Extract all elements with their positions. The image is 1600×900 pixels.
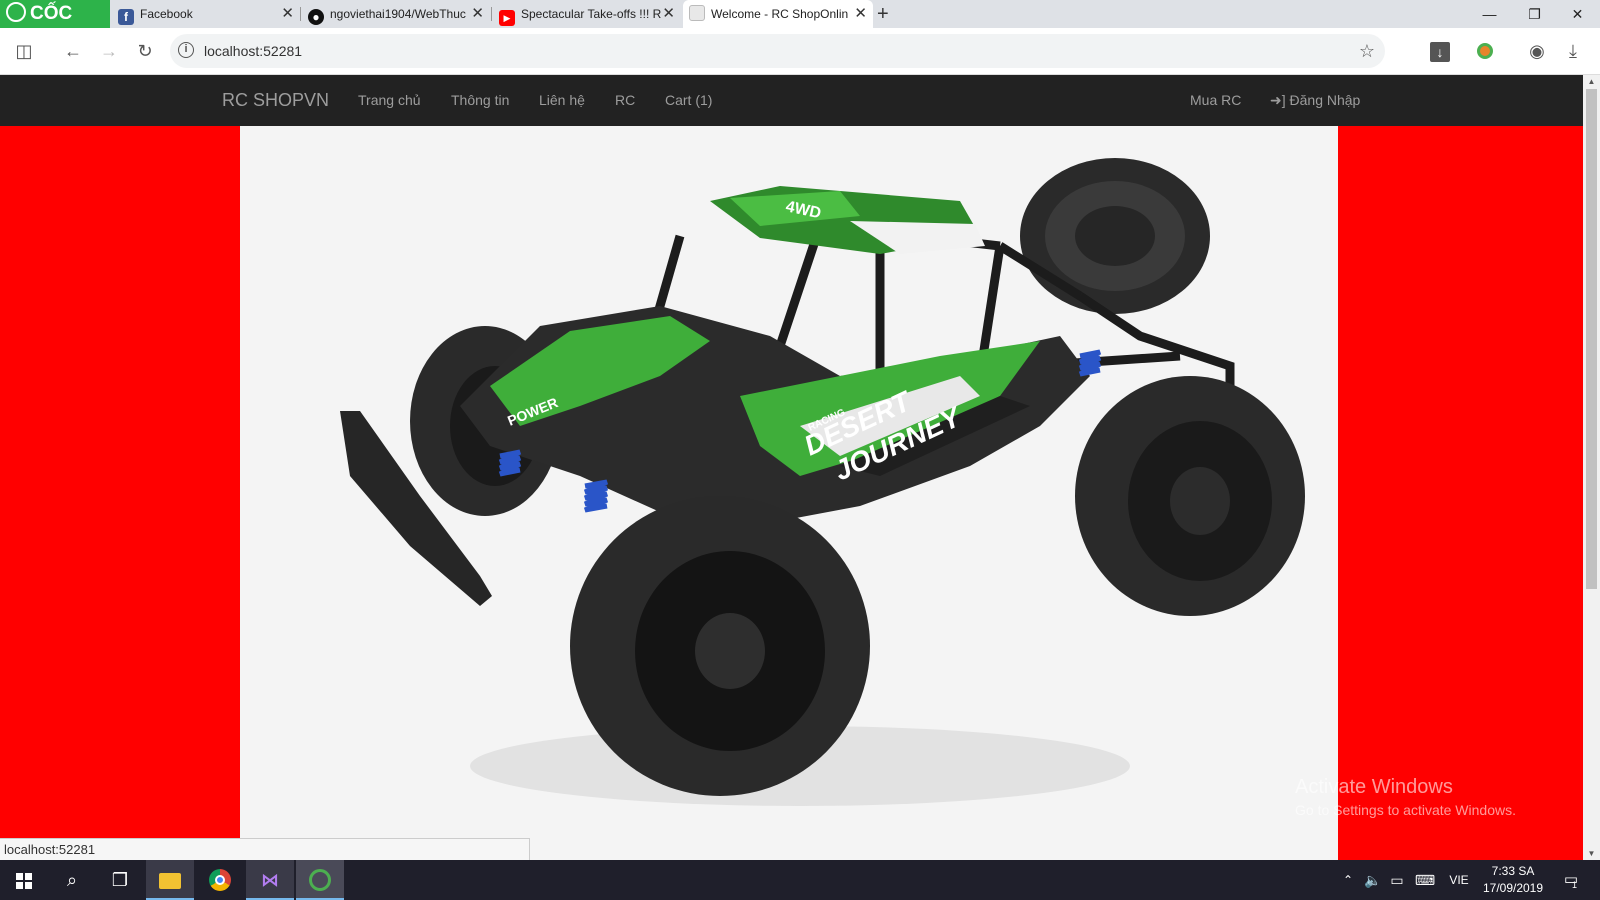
nav-lien-he[interactable]: Liên hệ [539,75,585,126]
keyboard-icon[interactable]: ⌨ [1412,860,1438,900]
tab-github[interactable]: ● ngoviethai1904/WebThuc ✕ [302,0,490,28]
download-extension-icon[interactable]: ↓ [1425,28,1455,74]
bookmark-star-icon[interactable]: ☆ [1359,34,1375,68]
notification-count: 1 [1572,880,1578,890]
tab-welcome[interactable]: Welcome - RC ShopOnlin ✕ [683,0,873,28]
coccoc-taskbar-icon[interactable] [296,860,344,900]
network-icon[interactable]: ▭ [1386,860,1408,900]
nav-cart[interactable]: Cart (1) [665,75,712,126]
tab-separator [300,7,301,21]
profile-icon[interactable]: ◉ [1522,28,1552,74]
info-icon[interactable]: i [178,42,194,58]
windows-activation-watermark: Activate Windows Go to Settings to activ… [1295,776,1516,818]
scroll-down-icon[interactable]: ▼ [1583,849,1600,858]
visual-studio-icon[interactable]: ⋈ [246,860,294,900]
chrome-icon[interactable] [196,860,244,900]
browser-tab-strip: CỐC CỐC f Facebook ✕ ● ngoviethai1904/WebT… [0,0,1600,52]
close-icon[interactable]: ✕ [281,0,294,28]
notification-icon[interactable]: ▭ 1 [1556,860,1586,900]
minimize-icon[interactable]: — [1467,0,1512,28]
tab-youtube[interactable]: ▶ Spectacular Take-offs !!! R ✕ [493,0,681,28]
scrollbar-thumb[interactable] [1586,89,1597,589]
address-bar[interactable]: i localhost:52281 ☆ [170,34,1385,68]
page-scrollbar[interactable]: ▲ ▼ [1583,75,1600,860]
system-clock[interactable]: 7:33 SA 17/09/2019 [1478,863,1548,897]
tab-separator [491,7,492,21]
forward-icon[interactable]: → [94,28,124,74]
coccoc-logo[interactable]: CỐC CỐC [0,0,110,52]
nav-mua-rc[interactable]: Mua RC [1190,75,1241,126]
language-indicator[interactable]: VIE [1444,860,1474,900]
clock-date: 17/09/2019 [1482,881,1544,895]
github-icon: ● [308,9,324,25]
hero-product-image: 4WD POWER RACING DESERT JOURNEY [240,126,1338,860]
car-body [460,306,1090,521]
nav-trang-chu[interactable]: Trang chủ [358,75,421,126]
spare-tire [1020,158,1210,314]
tab-facebook[interactable]: f Facebook ✕ [112,0,300,28]
address-url[interactable]: localhost:52281 [204,34,302,68]
browser-toolbar: ◫ ← → ↻ i localhost:52281 ☆ ↓ ◉ ⤓ [0,28,1600,75]
volume-icon[interactable]: 🔈 [1362,860,1384,900]
login-icon: ➜] [1270,92,1286,108]
nav-rc[interactable]: RC [615,75,635,126]
tab-title: Facebook [140,7,193,21]
tab-title: ngoviethai1904/WebThuc [330,7,466,21]
login-label: Đăng Nhập [1289,92,1361,108]
start-icon[interactable] [0,860,48,900]
watermark-title: Activate Windows [1295,776,1453,798]
youtube-icon: ▶ [499,10,515,26]
reload-icon[interactable]: ↻ [130,28,160,74]
extension-icon[interactable] [1470,28,1500,74]
close-icon[interactable]: ✕ [662,0,675,28]
site-navbar: RC SHOPVN Trang chủ Thông tin Liên hệ RC… [0,75,1583,126]
nav-thong-tin[interactable]: Thông tin [451,75,509,126]
search-icon[interactable]: ⌕ [48,860,96,900]
coccoc-logo-icon [6,2,26,22]
clock-time: 7:33 SA [1491,864,1535,878]
nav-login[interactable]: ➜] Đăng Nhập [1270,75,1360,126]
status-url-bubble: localhost:52281 [0,838,530,860]
windows-taskbar: ⌕ ❐ ⋈ ⌃ 🔈 ▭ ⌨ VIE 7:33 SA 17/09/2019 ▭ 1 [0,860,1600,900]
new-tab-icon[interactable]: + [877,0,889,28]
page-content: 4WD POWER RACING DESERT JOURNEY [0,126,1583,860]
page-icon [689,5,705,21]
back-icon[interactable]: ← [58,28,88,74]
watermark-subtitle: Go to Settings to activate Windows. [1295,802,1516,818]
sidebar-toggle-icon[interactable]: ◫ [9,28,39,74]
close-icon[interactable]: ✕ [471,0,484,28]
front-right-wheel [570,496,870,796]
close-icon[interactable]: ✕ [854,0,867,28]
restore-icon[interactable]: ❐ [1512,0,1557,28]
window-close-icon[interactable]: ✕ [1555,0,1600,28]
task-view-icon[interactable]: ❐ [96,860,144,900]
file-explorer-icon[interactable] [146,860,194,900]
downloads-icon[interactable]: ⤓ [1558,28,1588,74]
tab-title: Spectacular Take-offs !!! R [521,7,661,21]
scroll-up-icon[interactable]: ▲ [1583,77,1600,86]
rear-right-wheel [1075,376,1305,616]
tray-chevron-icon[interactable]: ⌃ [1338,860,1358,900]
brand-link[interactable]: RC SHOPVN [222,75,329,126]
tab-title: Welcome - RC ShopOnlin [711,7,849,21]
facebook-icon: f [118,9,134,25]
rc-car-illustration: 4WD POWER RACING DESERT JOURNEY [340,158,1305,806]
